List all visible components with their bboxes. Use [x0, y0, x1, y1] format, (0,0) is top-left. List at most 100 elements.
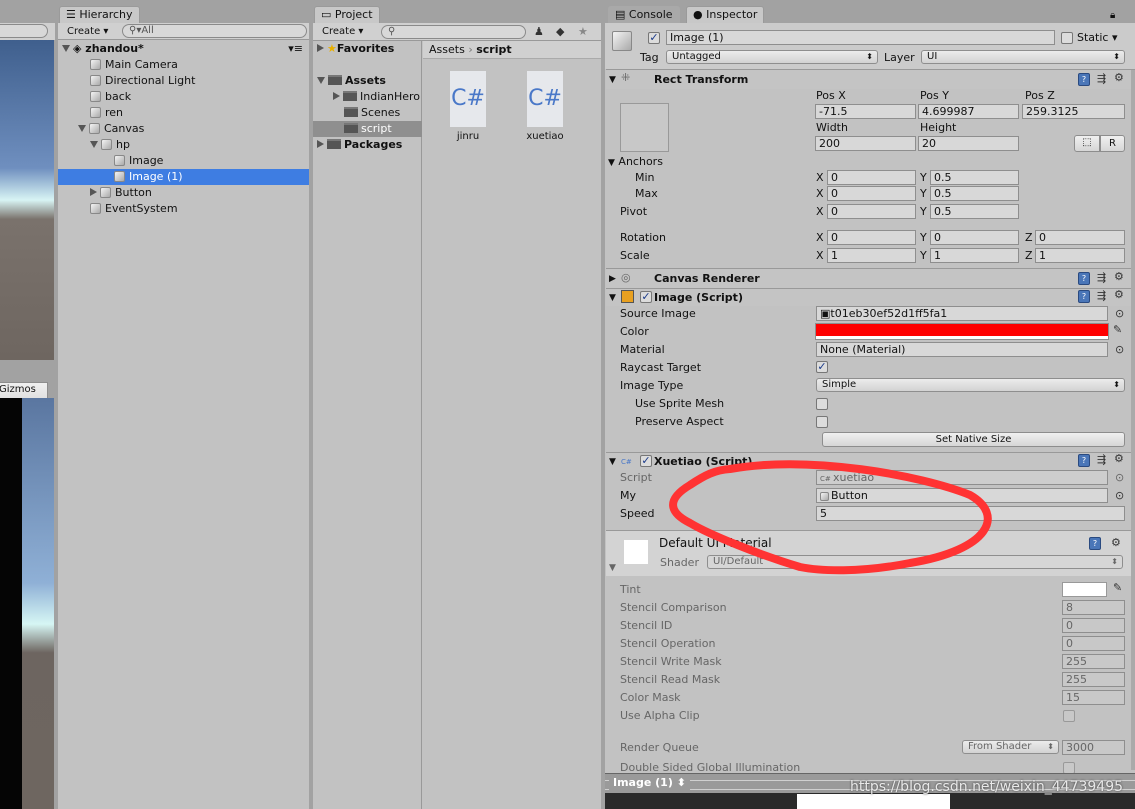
scale-z-input[interactable]: 1: [1035, 248, 1125, 263]
gear-icon[interactable]: ⚙: [1114, 270, 1124, 283]
stencil-comparison-input[interactable]: 8: [1062, 600, 1125, 615]
active-checkbox[interactable]: ✓: [648, 32, 660, 44]
anchor-min-x-input[interactable]: 0: [827, 170, 916, 185]
image-enabled-checkbox[interactable]: ✓: [640, 291, 652, 303]
folder-item[interactable]: Scenes: [344, 105, 400, 121]
inspector-scrollbar[interactable]: [1131, 70, 1135, 770]
pos-z-input[interactable]: 259.3125: [1022, 104, 1125, 119]
hierarchy-item[interactable]: Canvas: [78, 121, 144, 137]
use-alpha-clip-checkbox[interactable]: [1063, 710, 1075, 722]
hierarchy-item[interactable]: Image: [114, 153, 163, 169]
project-create-button[interactable]: Create ▾: [317, 25, 368, 38]
label-icon[interactable]: ◆: [556, 25, 564, 38]
collapse-icon[interactable]: ▶: [609, 272, 616, 286]
pos-x-input[interactable]: -71.5: [815, 104, 916, 119]
preserve-aspect-checkbox[interactable]: [816, 416, 828, 428]
favorites-item[interactable]: ★Favorites: [317, 41, 394, 57]
hierarchy-create-button[interactable]: Create ▾: [62, 25, 113, 38]
use-sprite-mesh-checkbox[interactable]: [816, 398, 828, 410]
expand-icon[interactable]: [90, 141, 98, 148]
file-item[interactable]: C# xuetiao: [520, 71, 570, 142]
tag-dropdown[interactable]: Untagged: [666, 50, 878, 64]
lock-icon[interactable]: 🔒︎: [1110, 10, 1115, 21]
filter-type-icon[interactable]: ♟: [534, 25, 544, 38]
preset-icon[interactable]: ⇶: [1097, 453, 1106, 466]
height-input[interactable]: 20: [918, 136, 1019, 151]
anchor-min-y-input[interactable]: 0.5: [930, 170, 1019, 185]
static-checkbox[interactable]: [1061, 32, 1073, 44]
tab-console[interactable]: ▤ Console: [608, 6, 680, 23]
gear-icon[interactable]: ⚙: [1114, 71, 1124, 84]
pivot-x-input[interactable]: 0: [827, 204, 916, 219]
hierarchy-item[interactable]: Button: [90, 185, 152, 201]
preset-icon[interactable]: ⇶: [1097, 289, 1106, 302]
hierarchy-search-input[interactable]: ⚲▾All: [122, 24, 307, 38]
width-input[interactable]: 200: [815, 136, 916, 151]
help-icon[interactable]: ?: [1078, 73, 1090, 86]
hierarchy-item[interactable]: Main Camera: [90, 57, 178, 73]
layer-dropdown[interactable]: UI: [921, 50, 1125, 64]
render-queue-input[interactable]: 3000: [1062, 740, 1125, 755]
image-type-dropdown[interactable]: Simple: [816, 378, 1125, 392]
project-search-input[interactable]: ⚲: [381, 25, 526, 39]
hierarchy-item[interactable]: ren: [90, 105, 123, 121]
anchors-foldout[interactable]: ▼ Anchors: [608, 155, 663, 170]
preset-icon[interactable]: ⇶: [1097, 72, 1106, 85]
hierarchy-item[interactable]: EventSystem: [90, 201, 178, 217]
stencil-write-mask-input[interactable]: 255: [1062, 654, 1125, 669]
set-native-size-button[interactable]: Set Native Size: [822, 432, 1125, 447]
gear-icon[interactable]: ⚙: [1111, 536, 1121, 549]
tab-project[interactable]: ▭ Project: [314, 6, 380, 23]
tint-color-swatch[interactable]: [1062, 582, 1107, 597]
breadcrumb-script[interactable]: script: [476, 43, 511, 56]
object-picker-icon[interactable]: ⊙: [1115, 343, 1124, 356]
packages-item[interactable]: Packages: [317, 137, 402, 153]
stencil-operation-input[interactable]: 0: [1062, 636, 1125, 651]
help-icon[interactable]: ?: [1078, 272, 1090, 285]
game-viewport[interactable]: [0, 398, 22, 809]
eyedropper-icon[interactable]: ✎: [1113, 581, 1122, 594]
expand-icon[interactable]: ▼: [609, 291, 616, 305]
scale-y-input[interactable]: 1: [930, 248, 1019, 263]
help-icon[interactable]: ?: [1078, 454, 1090, 467]
material-field[interactable]: None (Material): [816, 342, 1108, 357]
object-picker-icon[interactable]: ⊙: [1115, 489, 1124, 502]
tab-inspector[interactable]: ● Inspector: [686, 6, 765, 23]
render-queue-mode-dropdown[interactable]: From Shader: [962, 740, 1059, 754]
rotation-y-input[interactable]: 0: [930, 230, 1019, 245]
hierarchy-item[interactable]: Directional Light: [90, 73, 195, 89]
scene-search[interactable]: [0, 24, 48, 38]
anchor-preset-button[interactable]: [620, 103, 669, 152]
rotation-x-input[interactable]: 0: [827, 230, 916, 245]
scale-x-input[interactable]: 1: [827, 248, 916, 263]
preset-icon[interactable]: ⇶: [1097, 271, 1106, 284]
color-mask-input[interactable]: 15: [1062, 690, 1125, 705]
xuetiao-enabled-checkbox[interactable]: ✓: [640, 455, 652, 467]
stencil-id-input[interactable]: 0: [1062, 618, 1125, 633]
raw-edit-button[interactable]: R: [1100, 135, 1125, 152]
tab-hierarchy[interactable]: ☰ Hierarchy: [59, 6, 140, 23]
scene-viewport[interactable]: [0, 40, 54, 360]
anchor-max-x-input[interactable]: 0: [827, 186, 916, 201]
anchor-max-y-input[interactable]: 0.5: [930, 186, 1019, 201]
breadcrumb-assets[interactable]: Assets: [429, 43, 465, 56]
hierarchy-item-selected[interactable]: Image (1): [58, 169, 309, 185]
pivot-y-input[interactable]: 0.5: [930, 204, 1019, 219]
folder-item[interactable]: IndianHero: [333, 89, 421, 105]
gear-icon[interactable]: ⚙: [1114, 452, 1124, 465]
help-icon[interactable]: ?: [1078, 290, 1090, 303]
expand-icon[interactable]: ▼: [609, 73, 616, 87]
gear-icon[interactable]: ⚙: [1114, 288, 1124, 301]
assets-item[interactable]: Assets: [317, 73, 386, 89]
stencil-read-mask-input[interactable]: 255: [1062, 672, 1125, 687]
static-label[interactable]: Static ▾: [1077, 31, 1117, 45]
file-item[interactable]: C# jinru: [443, 71, 493, 142]
eyedropper-icon[interactable]: ✎: [1113, 323, 1122, 336]
raycast-target-checkbox[interactable]: ✓: [816, 361, 828, 373]
object-name-input[interactable]: Image (1): [666, 30, 1055, 45]
hierarchy-item[interactable]: hp: [90, 137, 130, 153]
collapse-icon[interactable]: [90, 188, 97, 196]
expand-icon[interactable]: ▼: [609, 561, 616, 575]
expand-icon[interactable]: [78, 125, 86, 132]
color-swatch[interactable]: [815, 323, 1109, 340]
